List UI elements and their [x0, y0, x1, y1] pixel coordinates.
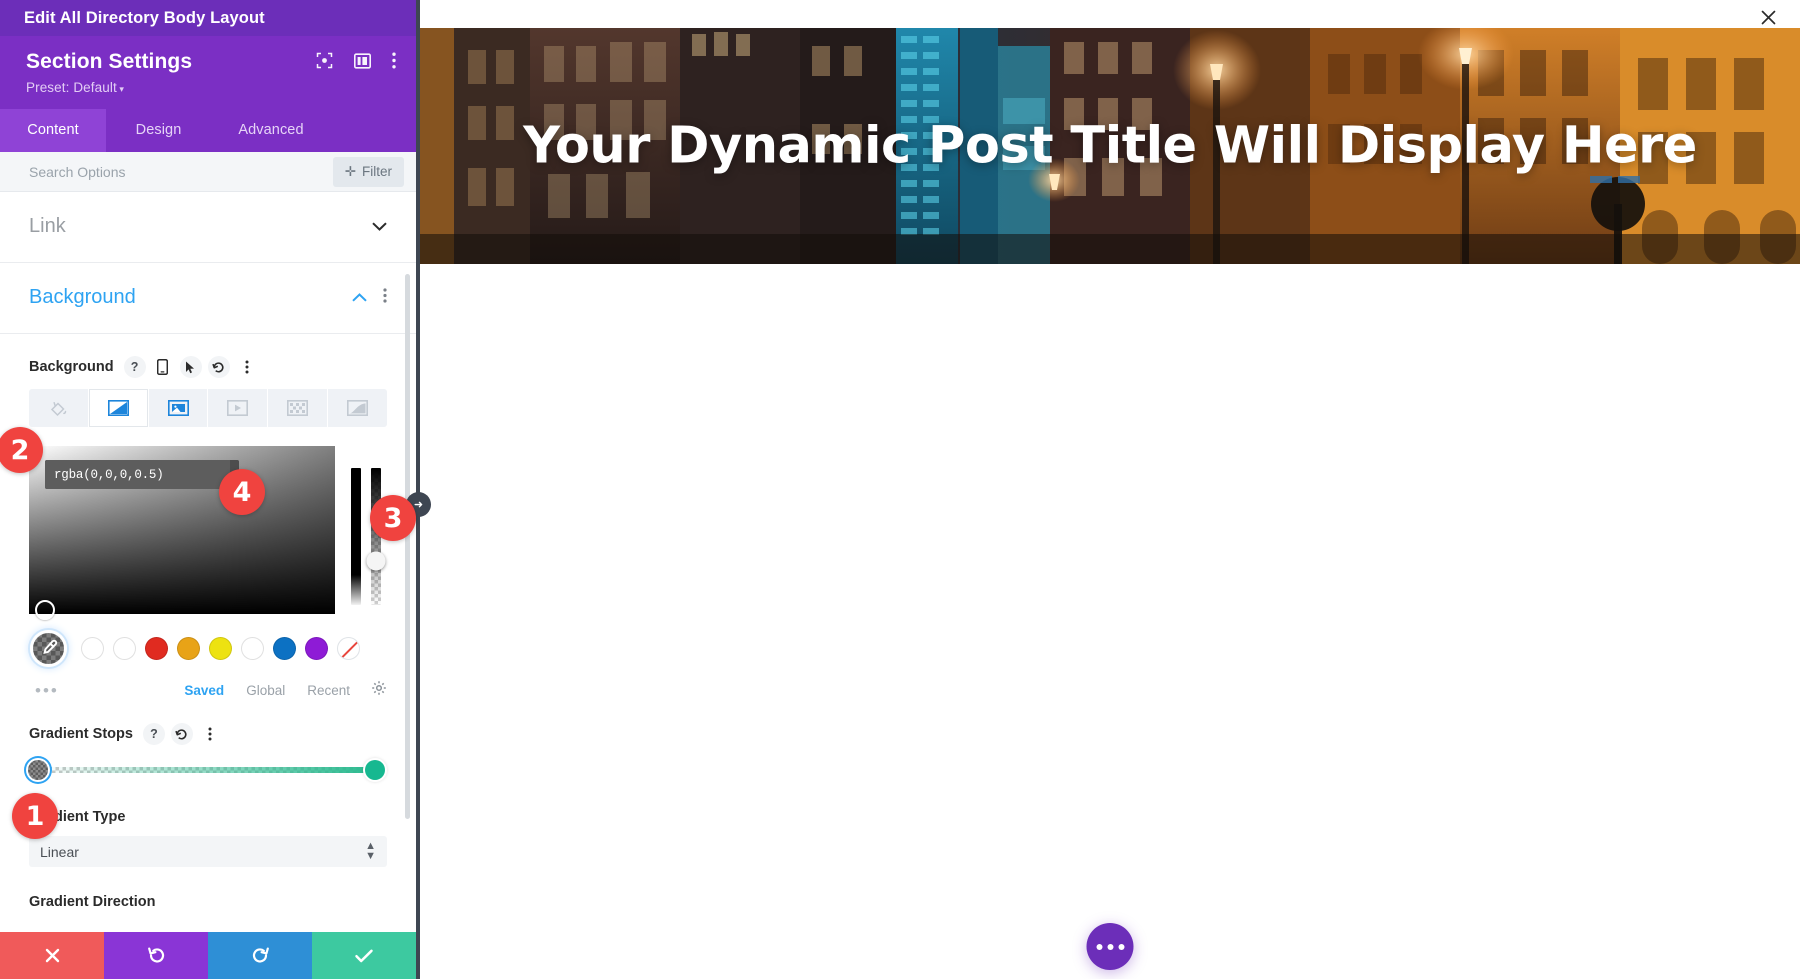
window-titlebar: Edit All Directory Body Layout: [0, 0, 416, 36]
plus-icon: ✛: [344, 163, 356, 179]
accordion-background[interactable]: Background: [0, 263, 416, 335]
cancel-button[interactable]: [0, 932, 104, 979]
reset-icon[interactable]: [207, 356, 230, 379]
swatch-purple[interactable]: [305, 637, 328, 661]
help-icon[interactable]: ?: [142, 723, 165, 746]
accordion-background-label: Background: [29, 286, 136, 309]
swatch-white-1[interactable]: [81, 637, 104, 661]
reset-icon[interactable]: [170, 723, 193, 746]
undo-button[interactable]: [104, 932, 208, 979]
bg-type-image[interactable]: [148, 389, 209, 428]
hero-title: Your Dynamic Post Title Will Display Her…: [523, 116, 1697, 176]
swatch-white-3[interactable]: [241, 637, 264, 661]
chevron-down-icon: [372, 218, 387, 235]
save-button[interactable]: [312, 932, 416, 979]
panel-header: Section Settings Preset: Default ▾: [0, 36, 416, 110]
background-type-tabs: [29, 389, 387, 428]
close-icon: [1761, 10, 1776, 25]
gradient-stops-label: Gradient Stops: [29, 726, 133, 743]
chevron-up-icon: [352, 289, 367, 306]
vertical-dots-icon[interactable]: [392, 52, 396, 74]
more-swatches-icon[interactable]: •••: [35, 681, 162, 701]
alpha-slider-handle[interactable]: [366, 551, 386, 571]
mobile-icon[interactable]: [152, 356, 174, 378]
color-swatches: [29, 630, 387, 668]
hue-slider[interactable]: [351, 468, 361, 606]
annotation-badge-4: 4: [219, 469, 265, 515]
panel-scrollbar-thumb[interactable]: [405, 274, 410, 820]
bg-type-mask[interactable]: [328, 389, 387, 428]
help-icon[interactable]: ?: [123, 356, 146, 379]
gear-icon[interactable]: [371, 680, 387, 701]
panel-divider: [416, 0, 420, 979]
section-settings-panel: Edit All Directory Body Layout Section S…: [0, 0, 416, 979]
cursor-icon[interactable]: [179, 356, 202, 379]
accordion-options-icon[interactable]: [383, 288, 387, 308]
swatch-blue[interactable]: [273, 637, 296, 661]
color-value-row: ✔: [45, 460, 239, 490]
caret-down-icon: ▾: [116, 84, 125, 95]
preset-label: Preset: Default: [26, 80, 117, 96]
ellipsis-icon: [1096, 943, 1124, 950]
stepper-arrows-icon: ▲ ▼: [365, 839, 376, 862]
focus-frame-icon[interactable]: [316, 52, 333, 74]
annotation-badge-1: 1: [12, 793, 58, 839]
arrow-right-icon: ➜: [413, 499, 424, 511]
gradient-direction-label: Gradient Direction: [29, 894, 156, 911]
tab-design[interactable]: Design: [106, 109, 211, 152]
palette-tab-global[interactable]: Global: [246, 683, 285, 698]
filter-button[interactable]: ✛ Filter: [332, 156, 404, 187]
palette-tab-recent[interactable]: Recent: [307, 683, 350, 698]
filter-label: Filter: [362, 164, 392, 180]
gradient-stops-slider[interactable]: [28, 758, 387, 782]
page-settings-fab[interactable]: [1086, 923, 1134, 970]
bg-type-video[interactable]: [208, 389, 269, 428]
panel-action-bar: [0, 932, 416, 979]
panel-tabs: Content Design Advanced: [0, 109, 416, 153]
page-preview: Your Dynamic Post Title Will Display Her…: [420, 28, 1800, 979]
gradient-type-value: Linear: [40, 843, 79, 860]
vertical-dots-icon[interactable]: [236, 356, 258, 378]
preset-selector[interactable]: Preset: Default ▾: [26, 80, 396, 95]
accordion-link-label: Link: [29, 215, 66, 238]
bg-type-solid-color[interactable]: [29, 389, 89, 428]
swatch-no-color[interactable]: [337, 637, 360, 661]
saturation-pointer[interactable]: [35, 600, 55, 621]
panel-scroll-area: Link Background Background ? rgba(0,0,0,…: [0, 192, 416, 979]
gradient-stops-header: Gradient Stops ?: [29, 723, 387, 746]
tab-advanced[interactable]: Advanced: [211, 109, 331, 152]
bg-type-pattern[interactable]: [268, 389, 329, 428]
tab-content[interactable]: Content: [0, 109, 106, 153]
gradient-type-label: Gradient Type: [29, 809, 126, 826]
gradient-type-select[interactable]: Linear ▲ ▼: [29, 836, 387, 868]
swatch-yellow[interactable]: [209, 637, 232, 661]
swatch-orange[interactable]: [177, 637, 200, 661]
layout-columns-icon[interactable]: [354, 52, 371, 74]
accordion-link[interactable]: Link: [0, 192, 416, 264]
background-section-body: Background ? rgba(0,0,0,0.5) ••• Saved G…: [0, 356, 416, 920]
vertical-dots-icon[interactable]: [199, 723, 221, 745]
background-option-label: Background: [29, 359, 114, 376]
gradient-stop-start[interactable]: [28, 760, 48, 781]
annotation-badge-3: 3: [370, 495, 416, 541]
color-value-input[interactable]: [45, 460, 230, 490]
close-button[interactable]: [1759, 8, 1778, 32]
eyedropper-icon[interactable]: [30, 630, 67, 668]
panel-title: Section Settings: [26, 50, 193, 73]
swatch-red[interactable]: [145, 637, 168, 661]
bg-type-gradient[interactable]: [88, 389, 149, 428]
background-option-header: Background ?: [29, 356, 387, 379]
hero-section: Your Dynamic Post Title Will Display Her…: [420, 28, 1800, 264]
color-sliders: [351, 468, 386, 606]
window-title: Edit All Directory Body Layout: [24, 8, 265, 27]
swatch-white-2[interactable]: [113, 637, 136, 661]
color-picker: ✔: [29, 446, 387, 621]
gradient-stop-end[interactable]: [365, 760, 385, 781]
palette-tab-saved[interactable]: Saved: [184, 683, 224, 698]
palette-meta-row: ••• Saved Global Recent: [29, 680, 387, 701]
search-row: ✛ Filter: [0, 152, 416, 193]
search-input[interactable]: [29, 163, 333, 180]
redo-button[interactable]: [208, 932, 312, 979]
gradient-track[interactable]: [38, 767, 375, 774]
